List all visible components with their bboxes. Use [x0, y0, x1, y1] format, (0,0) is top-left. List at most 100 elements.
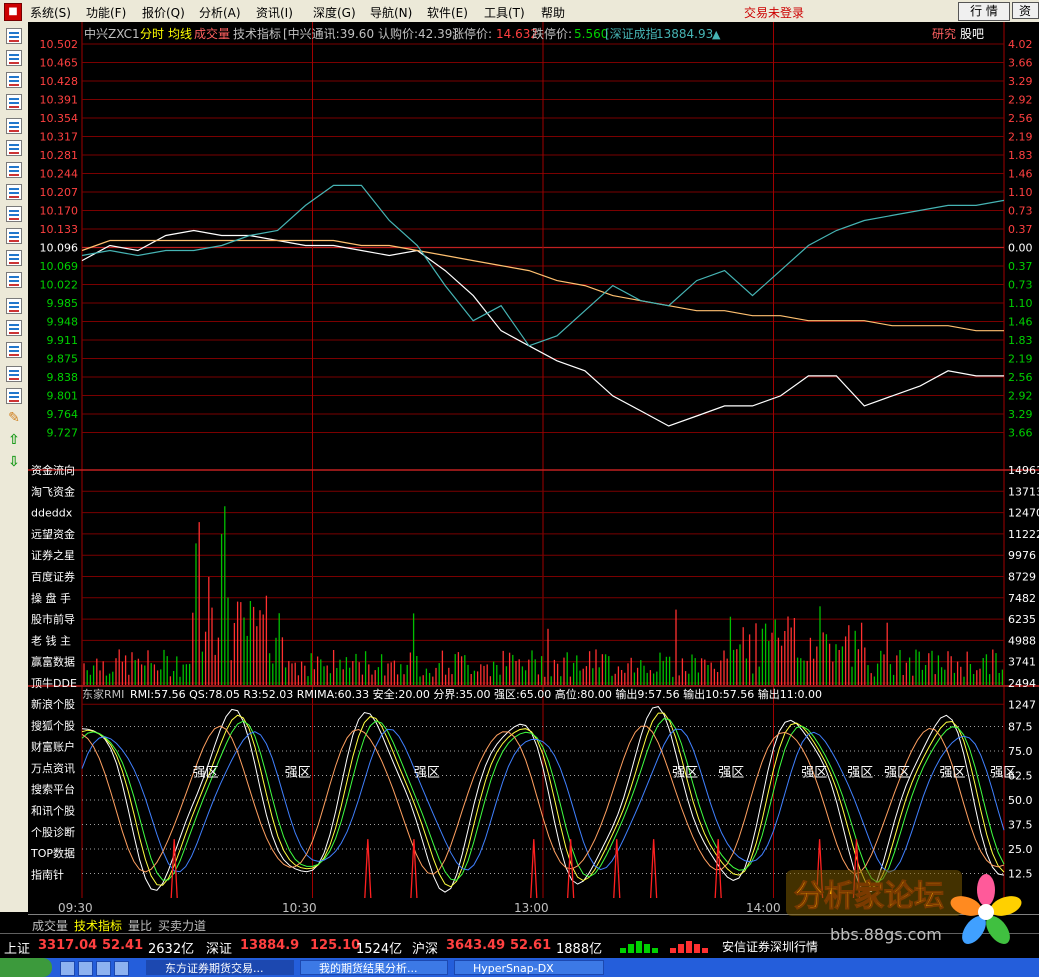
arrow-up-icon[interactable]: ⇧ — [6, 432, 22, 448]
login-status[interactable]: 交易未登录 — [744, 4, 804, 21]
chart-area[interactable]: 10.502 4.02 10.465 3.66 10.428 3.29 10.391 2.92… — [28, 22, 1039, 914]
pct-tick-right: 3.29 — [1008, 408, 1033, 421]
side-link[interactable]: 搜索平台 — [31, 782, 75, 796]
tool-doc-icon[interactable] — [6, 162, 22, 178]
menu-info[interactable]: 资讯(I) — [256, 4, 293, 21]
side-link[interactable]: 百度证券 — [31, 570, 75, 584]
side-link[interactable]: 新浪个股 — [31, 697, 75, 711]
side-link[interactable]: 和讯个股 — [31, 805, 75, 818]
quote-button[interactable]: 行 情 — [958, 2, 1010, 21]
research-link[interactable]: 研究 — [932, 26, 956, 41]
menu-analysis[interactable]: 分析(A) — [199, 4, 241, 21]
tool-wave-icon[interactable] — [6, 298, 22, 314]
price-tick-left: 9.911 — [47, 334, 79, 347]
tab-volume-ratio[interactable]: 量比 — [128, 917, 152, 934]
pct-tick-right: 1.46 — [1008, 168, 1033, 181]
taskbar-item[interactable]: 我的期货结果分析... — [300, 960, 448, 975]
taskbar-item[interactable]: HyperSnap-DX — [454, 960, 604, 975]
tab-technical[interactable]: 技术指标 — [74, 917, 122, 934]
tool-users-icon[interactable] — [6, 206, 22, 222]
tool-grid-icon[interactable] — [6, 50, 22, 66]
side-link[interactable]: 赢富数据 — [31, 655, 75, 669]
sz-label: 深证 — [206, 942, 233, 957]
tool-kline-icon[interactable] — [6, 94, 22, 110]
market-breadth-icon — [620, 941, 708, 953]
start-button[interactable] — [0, 958, 52, 977]
side-link[interactable]: 证券之星 — [31, 548, 75, 562]
pct-tick-right: 1.83 — [1008, 149, 1033, 162]
side-link[interactable]: 淘飞资金 — [31, 484, 75, 498]
quick-launch-icon[interactable] — [114, 961, 129, 976]
tool-calc-icon[interactable] — [6, 228, 22, 244]
volume-tick-right: 3741 — [1008, 656, 1036, 669]
indicator-title[interactable]: 东家RMI — [82, 687, 124, 701]
tool-table-icon[interactable] — [6, 140, 22, 156]
side-link[interactable]: 操 盘 手 — [31, 591, 71, 605]
menu-depth[interactable]: 深度(G) — [313, 4, 356, 21]
side-link[interactable]: 财富账户 — [31, 740, 75, 754]
avg-line-label[interactable]: 均线 — [168, 27, 192, 41]
menu-nav[interactable]: 导航(N) — [370, 4, 412, 21]
side-link[interactable]: 万点资讯 — [31, 762, 75, 775]
forum-link[interactable]: 股吧 — [960, 27, 984, 41]
menu-system[interactable]: 系统(S) — [30, 4, 71, 21]
price-tick-left: 10.354 — [40, 112, 79, 125]
indicator-params: RMI:57.56 QS:78.05 R3:52.03 RMIMA:60.33 … — [130, 687, 822, 701]
side-link[interactable]: 股市前导 — [31, 612, 75, 626]
menu-function[interactable]: 功能(F) — [86, 4, 126, 21]
side-link[interactable]: 指南针 — [31, 867, 64, 881]
tool-mail-icon[interactable] — [6, 184, 22, 200]
watermark-title: 分析家论坛 — [794, 879, 944, 914]
forum-watermark: 分析家论坛 bbs.88gs.com — [786, 870, 1022, 944]
quick-launch-icon[interactable] — [78, 961, 93, 976]
tool-report-icon[interactable] — [6, 118, 22, 134]
side-link[interactable]: 个股诊断 — [31, 825, 75, 839]
index-up-icon: ▲ — [712, 28, 721, 41]
side-link[interactable]: TOP数据 — [30, 846, 75, 860]
tool-et-icon[interactable] — [6, 272, 22, 288]
zone-label: 强区 — [801, 765, 827, 780]
tool-percent-icon[interactable] — [6, 366, 22, 382]
volume-tick-right: 14961 — [1008, 464, 1039, 477]
taskbar-item[interactable]: 东方证券期货交易... — [146, 960, 294, 975]
quick-launch-icon[interactable] — [96, 961, 111, 976]
menu-tools[interactable]: 工具(T) — [484, 4, 525, 21]
tool-export-icon[interactable] — [6, 388, 22, 404]
menu-quote[interactable]: 报价(Q) — [142, 4, 185, 21]
tool-line-chart-icon[interactable] — [6, 72, 22, 88]
price-tick-left: 9.801 — [47, 390, 79, 403]
tab-volume[interactable]: 成交量 — [32, 917, 68, 934]
side-link[interactable]: 资金流向 — [31, 463, 75, 477]
tool-trend-icon[interactable] — [6, 342, 22, 358]
side-link[interactable]: 搜狐个股 — [31, 718, 75, 732]
pencil-icon[interactable]: ✎ — [6, 410, 22, 426]
info-button[interactable]: 资 — [1012, 2, 1039, 19]
price-tick-left: 9.838 — [47, 371, 79, 384]
indicator-tick-right: 37.5 — [1008, 819, 1033, 832]
side-link[interactable]: 远望资金 — [31, 527, 75, 541]
tab-buy-sell-force[interactable]: 买卖力道 — [158, 917, 206, 934]
tool-quote-list-icon[interactable] — [6, 28, 22, 44]
tool-bars-icon[interactable] — [6, 320, 22, 336]
arrow-down-icon[interactable]: ⇩ — [6, 454, 22, 470]
zone-label: 强区 — [847, 765, 873, 780]
quick-launch-icon[interactable] — [60, 961, 75, 976]
tech-label[interactable]: 技术指标 — [233, 26, 281, 41]
zone-label: 强区 — [672, 765, 698, 780]
side-link[interactable]: 顶牛DDE — [31, 676, 77, 690]
menu-software[interactable]: 软件(E) — [427, 4, 468, 21]
menu-help[interactable]: 帮助 — [541, 4, 565, 21]
app-icon[interactable]: ■ — [4, 3, 22, 21]
menu-bar: ■ 系统(S) 功能(F) 报价(Q) 分析(A) 资讯(I) 深度(G) 导航… — [0, 0, 1039, 23]
mode-label[interactable]: 分时 — [140, 27, 164, 41]
side-link[interactable]: ddeddx — [31, 507, 73, 520]
sh-value: 3317.04 — [38, 938, 98, 953]
price-tick-left: 10.244 — [40, 168, 79, 181]
side-link[interactable]: 老 钱 主 — [31, 633, 71, 647]
volume-label[interactable]: 成交量 — [194, 26, 230, 41]
price-tick-left: 10.022 — [40, 279, 79, 292]
tool-chart-icon[interactable] — [6, 250, 22, 266]
price-tick-left: 10.502 — [40, 38, 79, 51]
price-tick-left: 10.428 — [40, 75, 79, 88]
indicator-tick-right: 50.0 — [1008, 794, 1033, 807]
